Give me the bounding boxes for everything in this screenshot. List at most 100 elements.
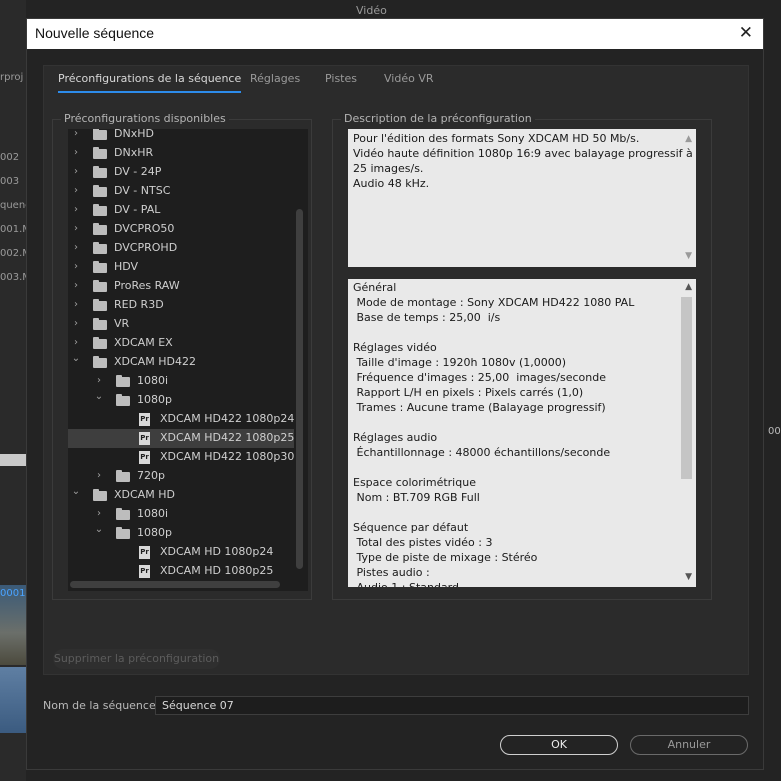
scroll-up-icon[interactable]: ▲: [685, 280, 692, 295]
tab-tracks[interactable]: Pistes: [325, 72, 357, 85]
preset-item-row[interactable]: Pr XDCAM HD422 1080p30: [68, 448, 294, 467]
chevron-right-icon[interactable]: ›: [71, 223, 81, 235]
chevron-right-icon[interactable]: ›: [71, 185, 81, 197]
chevron-right-icon[interactable]: ›: [71, 129, 81, 140]
preset-folder-row[interactable]: › VR: [68, 315, 294, 334]
dialog-titlebar: Nouvelle séquence ✕: [27, 19, 763, 49]
new-sequence-dialog: Nouvelle séquence ✕ Préconfigurations de…: [26, 18, 764, 770]
preset-file-icon: Pr: [139, 546, 150, 559]
description-line: Vidéo haute définition 1080p 16:9 avec b…: [353, 147, 693, 160]
details-line: Rapport L/H en pixels : Pixels carrés (1…: [353, 386, 584, 399]
preset-folder-row[interactable]: › DVCPROHD: [68, 239, 294, 258]
delete-preset-button[interactable]: Supprimer la préconfiguration: [53, 649, 220, 669]
chevron-down-icon[interactable]: ⌄: [94, 524, 104, 536]
chevron-right-icon[interactable]: ›: [71, 204, 81, 216]
details-line: Trames : Aucune trame (Balayage progress…: [353, 401, 606, 414]
chevron-right-icon[interactable]: ›: [71, 166, 81, 178]
background-timecode: 00: [768, 426, 781, 437]
chevron-right-icon[interactable]: ›: [71, 299, 81, 311]
available-presets-group: Préconfigurations disponibles Pr XDCAM HD…: [52, 112, 312, 600]
tab-settings[interactable]: Réglages: [250, 72, 300, 85]
tree-item-label: RED R3D: [114, 298, 164, 311]
details-line: Nom : BT.709 RGB Full: [353, 491, 480, 504]
chevron-down-icon[interactable]: ⌄: [71, 486, 81, 498]
chevron-right-icon[interactable]: ›: [94, 508, 104, 520]
chevron-right-icon[interactable]: ›: [71, 337, 81, 349]
details-line: Base de temps : 25,00 i/s: [353, 311, 501, 324]
preset-folder-row[interactable]: › DV - PAL: [68, 201, 294, 220]
folder-icon: [116, 394, 130, 406]
chevron-right-icon[interactable]: ›: [94, 375, 104, 387]
tree-item-label: HDV: [114, 260, 139, 273]
preset-folder-row[interactable]: › DV - NTSC: [68, 182, 294, 201]
chevron-right-icon[interactable]: ›: [71, 261, 81, 273]
description-line: Pour l'édition des formats Sony XDCAM HD…: [353, 132, 640, 145]
preset-folder-row[interactable]: › DV - 24P: [68, 163, 294, 182]
ok-button[interactable]: OK: [500, 735, 618, 755]
details-line: Fréquence d'images : 25,00 images/second…: [353, 371, 606, 384]
folder-icon: [93, 318, 107, 330]
preset-folder-row[interactable]: ⌄ 1080p: [68, 524, 294, 543]
details-line: Réglages vidéo: [353, 341, 437, 354]
scroll-down-icon[interactable]: ▼: [685, 249, 692, 264]
available-presets-label: Préconfigurations disponibles: [61, 112, 229, 125]
chevron-right-icon[interactable]: ›: [71, 147, 81, 159]
preset-folder-row[interactable]: ⌄ XDCAM HD: [68, 486, 294, 505]
tree-item-label: DV - NTSC: [114, 184, 171, 197]
tree-item-label: 720p: [137, 469, 165, 482]
tree-horizontal-scrollbar[interactable]: [70, 581, 280, 588]
tree-item-label: XDCAM EX: [114, 336, 173, 349]
tab-sequence-presets[interactable]: Préconfigurations de la séquence: [58, 72, 242, 93]
preset-file-icon: Pr: [139, 565, 150, 578]
chevron-down-icon[interactable]: ⌄: [94, 391, 104, 403]
chevron-right-icon[interactable]: ›: [71, 242, 81, 254]
close-icon[interactable]: ✕: [739, 23, 753, 43]
scroll-up-icon[interactable]: ▲: [685, 132, 692, 147]
tree-item-label: DVCPROHD: [114, 241, 178, 254]
preset-folder-row[interactable]: ⌄ XDCAM HD422: [68, 353, 294, 372]
preset-item-row[interactable]: Pr XDCAM HD422 1080p24: [68, 410, 294, 429]
preset-item-row[interactable]: Pr XDCAM HD422 1080p25: [68, 429, 294, 448]
sequence-name-input[interactable]: [155, 696, 749, 715]
preset-folder-row[interactable]: ⌄ 1080p: [68, 391, 294, 410]
details-line: Taille d'image : 1920h 1080v (1,0000): [353, 356, 567, 369]
preset-folder-row[interactable]: › 1080i: [68, 505, 294, 524]
details-line: [353, 325, 674, 340]
chevron-right-icon[interactable]: ›: [71, 318, 81, 330]
details-line: Séquence par défaut: [353, 521, 469, 534]
details-line: [353, 415, 674, 430]
preset-folder-row[interactable]: › HDV: [68, 258, 294, 277]
preset-item-row[interactable]: Pr XDCAM HD 1080p24: [68, 543, 294, 562]
chevron-down-icon[interactable]: ⌄: [71, 353, 81, 365]
preset-folder-row[interactable]: › ProRes RAW: [68, 277, 294, 296]
preset-item-row[interactable]: Pr XDCAM HD 1080p25: [68, 562, 294, 581]
preset-folder-row[interactable]: › XDCAM EX: [68, 334, 294, 353]
folder-icon: [93, 489, 107, 501]
preset-folder-row[interactable]: › 1080i: [68, 372, 294, 391]
preset-folder-row[interactable]: › RED R3D: [68, 296, 294, 315]
scroll-down-icon[interactable]: ▼: [685, 570, 692, 585]
chevron-right-icon[interactable]: ›: [94, 470, 104, 482]
chevron-right-icon[interactable]: ›: [71, 280, 81, 292]
tree-item-label: 1080i: [137, 374, 169, 387]
tab-vr-video[interactable]: Vidéo VR: [384, 72, 433, 85]
folder-icon: [93, 356, 107, 368]
details-scrollbar-thumb[interactable]: [681, 297, 692, 479]
tree-vertical-scrollbar[interactable]: [296, 209, 303, 569]
preset-folder-row[interactable]: › DNxHD: [68, 129, 294, 144]
description-line: Audio 48 kHz.: [353, 177, 430, 190]
preset-folder-row[interactable]: › DVCPRO50: [68, 220, 294, 239]
background-clip-label: 002: [0, 152, 20, 163]
description-text-area[interactable]: Pour l'édition des formats Sony XDCAM HD…: [348, 129, 696, 267]
background-clip-label: 003: [0, 176, 20, 187]
preset-details-text-area[interactable]: Général Mode de montage : Sony XDCAM HD4…: [348, 279, 696, 587]
details-line: [353, 460, 674, 475]
details-line: Audio 1 : Standard: [353, 580, 674, 587]
cancel-button[interactable]: Annuler: [630, 735, 748, 755]
details-line: Réglages audio: [353, 431, 438, 444]
tree-item-label: XDCAM HD422 1080p30: [160, 450, 295, 463]
preset-folder-row[interactable]: › 720p: [68, 467, 294, 486]
preset-folder-row[interactable]: › DNxHR: [68, 144, 294, 163]
preset-tree[interactable]: Pr XDCAM HD 1080p25 Pr XDCAM HD 1080p24 ⌄ 108…: [68, 129, 308, 591]
folder-icon: [93, 280, 107, 292]
